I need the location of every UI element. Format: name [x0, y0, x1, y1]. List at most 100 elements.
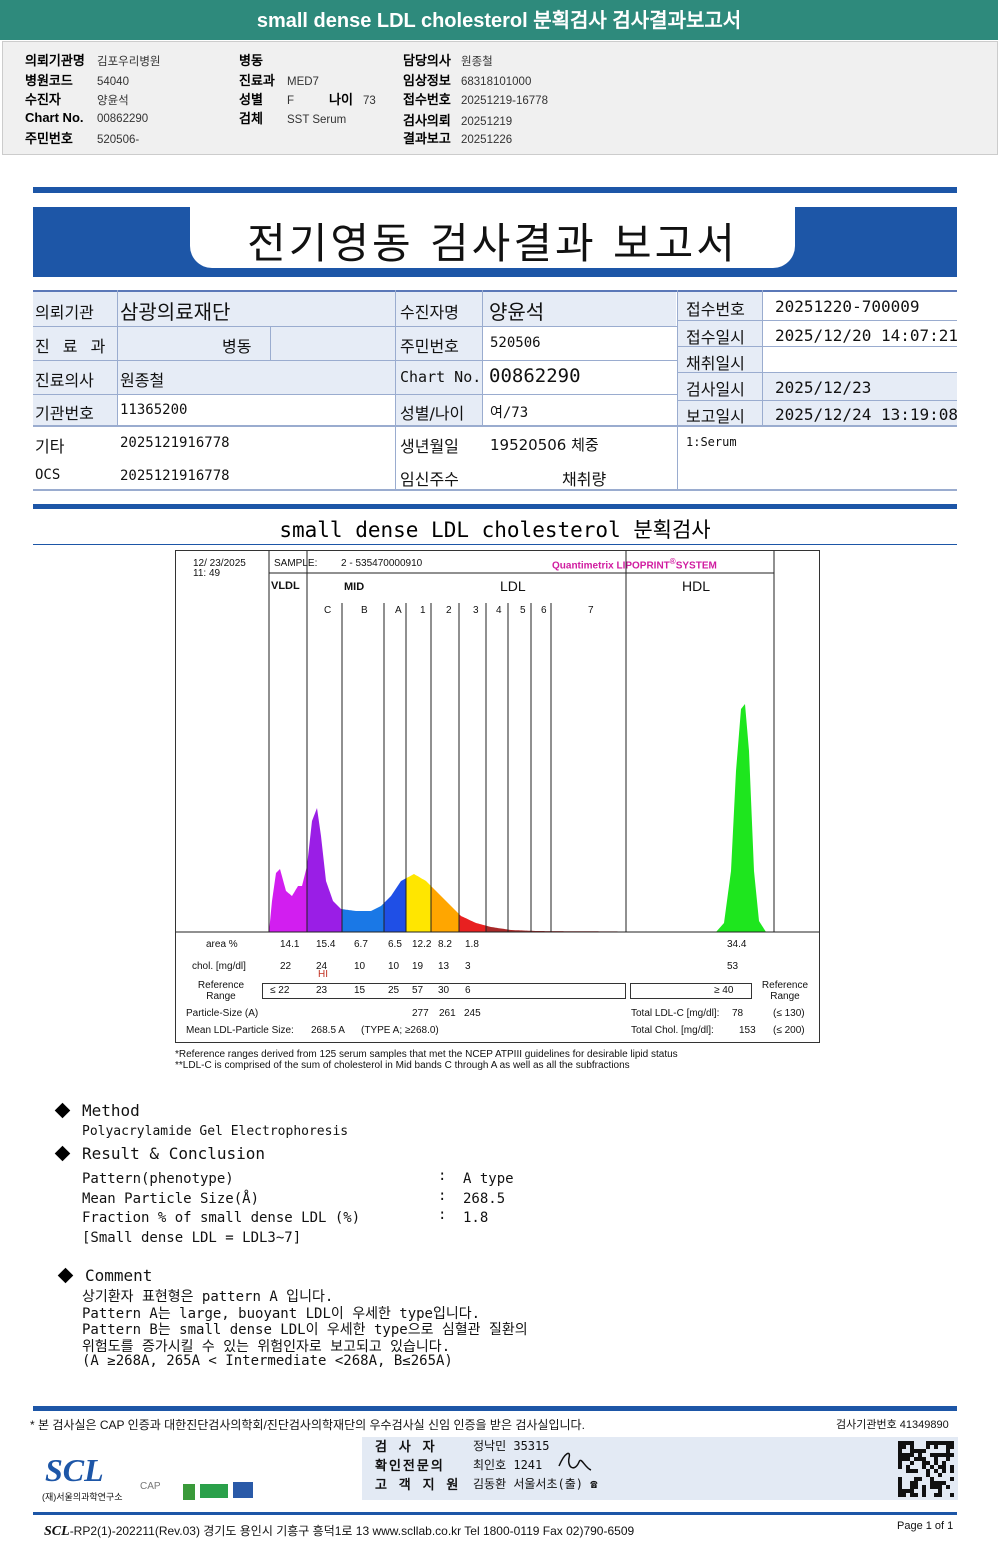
band-label: B — [361, 605, 368, 616]
scl-logo-sub: (재)서울의과학연구소 — [42, 1492, 123, 1502]
label: 생년월일 — [400, 437, 459, 456]
group-mid: MID — [344, 581, 365, 593]
trace-band-l47 — [486, 925, 626, 932]
label: 수진자명 — [400, 303, 459, 322]
trace-band-l1 — [406, 874, 431, 932]
value: 73 — [363, 95, 376, 107]
divider — [33, 1406, 957, 1411]
footnote: **LDL-C is comprised of the sum of chole… — [175, 1060, 630, 1071]
confirm-label: 확인전문의 — [375, 1459, 445, 1474]
label: 접수일시 — [686, 328, 745, 347]
label: OCS — [35, 467, 61, 483]
diamond-icon — [54, 1102, 71, 1119]
particle-size: 277 — [412, 1008, 429, 1019]
chol-value: 53 — [727, 961, 739, 972]
ref-value: 25 — [388, 985, 400, 996]
chol-value: 22 — [280, 961, 292, 972]
chol-value: 10 — [354, 961, 366, 972]
band-label: 5 — [520, 605, 526, 616]
label: 채취일시 — [686, 354, 745, 373]
diamond-icon — [54, 1145, 71, 1162]
value: 20251219 — [461, 116, 513, 128]
value: 20251226 — [461, 134, 513, 146]
signature-image — [558, 1452, 592, 1471]
request-info-box: 의뢰기관명 김포우리병원 병원코드 54040 수진자 양윤석 Chart No. 00… — [2, 41, 998, 155]
area-value: 34.4 — [727, 939, 747, 950]
value: 54040 — [97, 76, 129, 88]
label: 의뢰기관명 — [25, 53, 85, 68]
comment-line: (A ≥268A, 265A < Intermediate <268A, B≤2… — [82, 1353, 453, 1369]
value: 68318101000 — [461, 76, 532, 88]
label: 병동 — [239, 53, 263, 68]
label: 성별/나이 — [400, 404, 465, 423]
tester: 정낙민 35315 — [473, 1439, 550, 1453]
chol-value: 24 — [316, 961, 328, 972]
area-value: 1.8 — [465, 939, 479, 950]
value: 여/73 — [490, 405, 529, 421]
page-number: Page 1 of 1 — [897, 1520, 954, 1532]
label: Chart No. — [400, 368, 482, 386]
total-ldl: 78 — [732, 1008, 744, 1019]
info-row: 주민번호 520506- — [25, 128, 139, 147]
page-title: 전기영동 검사결과 보고서 — [247, 219, 738, 268]
total-ldl-label: Total LDL-C [mg/dl]: — [631, 1008, 720, 1019]
label: 검사의뢰 — [403, 113, 451, 128]
info-row: 수진자 양윤석 — [25, 89, 129, 108]
label: 기타 — [35, 437, 65, 456]
trace-band-l2 — [431, 886, 459, 932]
address-prefix: SCL — [44, 1524, 70, 1539]
chol-value: 10 — [388, 961, 400, 972]
report-page: small dense LDL cholesterol 분획검사 검사결과보고서… — [0, 0, 998, 1564]
hdl-ref: ≥ 40 — [714, 985, 734, 996]
info-row: 검사의뢰 20251219 — [403, 110, 512, 129]
ref-label: Reference Range — [197, 980, 245, 1002]
label: 접수번호 — [403, 92, 451, 107]
label: 수진자 — [25, 92, 61, 107]
result-value: 268.5 — [463, 1191, 506, 1207]
value: 520506- — [97, 134, 140, 146]
value: MED7 — [287, 76, 319, 88]
colon: : — [438, 1188, 447, 1204]
cert-logo — [183, 1484, 195, 1500]
info-row: 결과보고 20251226 — [403, 128, 512, 147]
trace-plot — [176, 551, 819, 933]
colon: : — [438, 1207, 447, 1223]
info-row: Chart No. 00862290 — [25, 110, 148, 125]
top-title-bar: small dense LDL cholesterol 분획검사 검사결과보고서 — [0, 0, 998, 40]
band-label: A — [395, 605, 402, 616]
value: 11365200 — [120, 402, 188, 418]
value: 20251219-16778 — [461, 95, 548, 107]
value: 20251220-700009 — [775, 297, 920, 316]
cap-logo: CAP — [140, 1481, 161, 1492]
result-label: Mean Particle Size(Å) — [82, 1191, 260, 1207]
hdl-ref-box — [630, 983, 752, 999]
value: 원종철 — [120, 371, 165, 390]
heading-text: Comment — [85, 1266, 153, 1285]
heading-text: Method — [82, 1101, 140, 1120]
trace-band-vldl — [269, 866, 307, 932]
trace-band-b — [342, 903, 384, 932]
value: 00862290 — [489, 365, 581, 387]
info-row: 병원코드 54040 — [25, 70, 129, 89]
label: 의뢰기관 — [35, 303, 94, 322]
divider — [33, 504, 957, 509]
cert-logo — [233, 1482, 253, 1498]
label: 임상정보 — [403, 73, 451, 88]
result-value: 1.8 — [463, 1210, 489, 1226]
info-row: 접수번호 20251219-16778 — [403, 89, 548, 108]
value: 양윤석 — [489, 300, 545, 324]
label: 주민번호 — [400, 337, 459, 356]
lab-number: 검사기관번호 41349890 — [836, 1419, 949, 1431]
value: 2025121916778 — [120, 468, 230, 484]
chol-value: 13 — [438, 961, 450, 972]
area-label: area % — [206, 939, 238, 950]
chol-value: 19 — [412, 961, 424, 972]
label: 진료과 — [239, 73, 275, 88]
label: 진 료 과 — [35, 337, 110, 356]
label: 성별 — [239, 92, 263, 107]
ref-value: 6 — [465, 985, 471, 996]
particle-size: 245 — [464, 1008, 481, 1019]
total-chol-label: Total Chol. [mg/dl]: — [631, 1025, 714, 1036]
label: 결과보고 — [403, 131, 451, 146]
mean-label: Mean LDL-Particle Size: — [186, 1025, 294, 1036]
